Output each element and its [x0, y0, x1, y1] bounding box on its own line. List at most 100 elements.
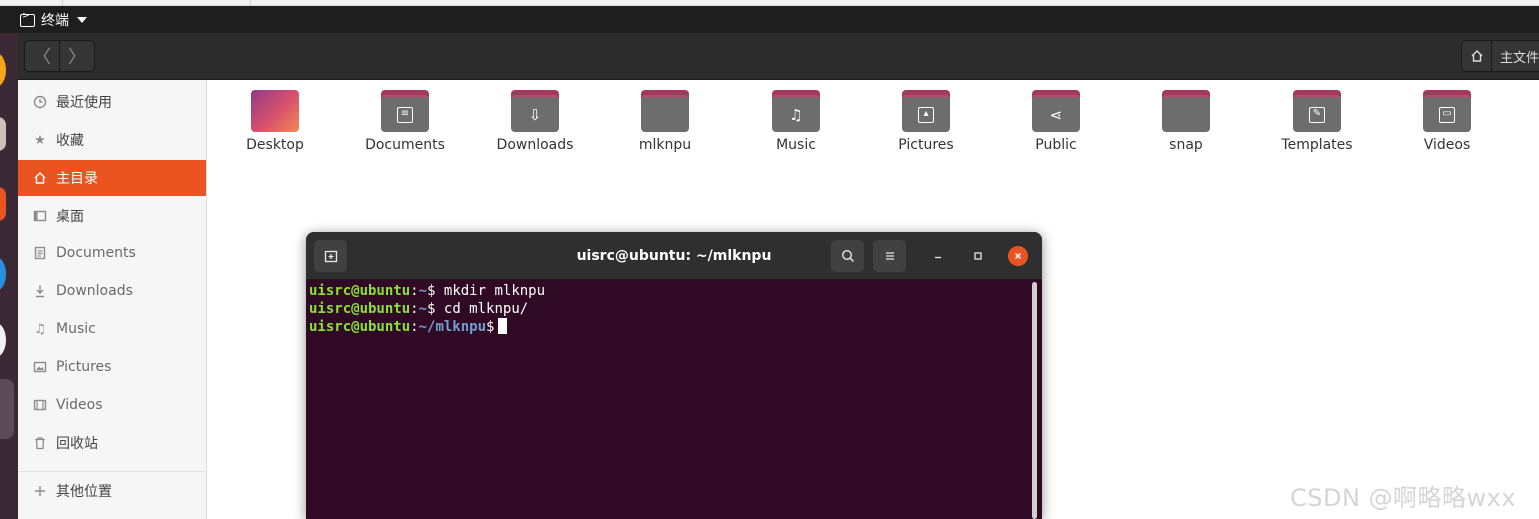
menu-button[interactable] — [873, 240, 906, 272]
folder-icon — [641, 90, 689, 132]
sidebar-item-recent[interactable]: 最近使用 — [18, 84, 206, 120]
file-item-music[interactable]: ♫ Music — [731, 90, 861, 153]
file-item-desktop[interactable]: Desktop — [210, 90, 340, 153]
watermark: CSDN @啊略略wxx — [1290, 484, 1517, 512]
sidebar-item-documents[interactable]: Documents — [18, 235, 206, 271]
home-icon — [32, 170, 48, 186]
sidebar-item-label: 回收站 — [56, 436, 98, 452]
public-folder-icon: ⋖ — [1032, 90, 1080, 132]
prompt-symbol: $ — [427, 283, 444, 299]
chevron-down-icon — [77, 17, 87, 23]
text-cursor — [498, 318, 508, 334]
sidebar-item-pictures[interactable]: Pictures — [18, 349, 206, 385]
file-item-downloads[interactable]: ⇩ Downloads — [470, 90, 600, 153]
file-label: Templates — [1281, 137, 1353, 153]
terminal-scrollbar[interactable] — [1032, 282, 1037, 519]
sidebar-item-label: Documents — [56, 245, 136, 261]
file-label: Videos — [1423, 137, 1471, 153]
picture-icon — [32, 359, 48, 375]
app-menu-terminal[interactable]: 终端 — [20, 10, 87, 30]
sidebar-item-label: 主目录 — [56, 171, 98, 187]
files-header-bar: 〈 〉 主文件 — [18, 33, 1539, 80]
music-icon: ♫ — [34, 321, 46, 337]
close-button[interactable] — [1008, 246, 1028, 266]
prompt-separator: : — [410, 301, 419, 317]
close-icon — [1014, 252, 1022, 260]
trash-icon — [32, 435, 48, 451]
sidebar-item-starred[interactable]: ★ 收藏 — [18, 122, 206, 158]
app-menu-label: 终端 — [41, 13, 69, 29]
file-item-snap[interactable]: snap — [1121, 90, 1251, 153]
file-item-public[interactable]: ⋖ Public — [991, 90, 1121, 153]
sidebar-item-label: Videos — [56, 397, 103, 413]
download-icon — [32, 283, 48, 299]
file-label: Documents — [365, 137, 445, 153]
sidebar-item-downloads[interactable]: Downloads — [18, 273, 206, 309]
sidebar: 最近使用 ★ 收藏 主目录 桌面 Documents Downloads ♫ M… — [18, 80, 207, 519]
file-item-pictures[interactable]: ▴ Pictures — [861, 90, 991, 153]
terminal-window[interactable]: uisrc@ubuntu: ~/mlknpu uisrc@ubuntu:~$ m… — [306, 232, 1042, 519]
minimize-button[interactable] — [928, 246, 948, 266]
dock-firefox-icon[interactable] — [0, 53, 6, 87]
sidebar-item-label: Music — [56, 321, 96, 337]
new-tab-button[interactable] — [314, 240, 347, 272]
search-icon — [841, 249, 854, 263]
pictures-folder-icon: ▴ — [902, 90, 950, 132]
prompt-path: ~/mlknpu — [418, 319, 487, 335]
sidebar-item-home[interactable]: 主目录 — [18, 160, 206, 196]
sidebar-item-trash[interactable]: 回收站 — [18, 425, 206, 461]
sidebar-item-other-locations[interactable]: 其他位置 — [18, 473, 206, 509]
sidebar-item-label: Downloads — [56, 283, 133, 299]
templates-folder-icon: ✎ — [1293, 90, 1341, 132]
star-icon: ★ — [34, 132, 46, 148]
terminal-line: uisrc@ubuntu:~/mlknpu$ — [309, 318, 1029, 336]
file-label: mlknpu — [638, 137, 692, 153]
prompt-path: ~ — [418, 283, 428, 299]
videos-folder-icon: ▭ — [1423, 90, 1471, 132]
path-bar[interactable]: 主文件 — [1461, 40, 1539, 72]
file-label: snap — [1169, 137, 1203, 153]
maximize-button[interactable] — [968, 246, 988, 266]
file-item-videos[interactable]: ▭ Videos — [1382, 90, 1512, 153]
plus-icon — [32, 483, 48, 499]
desktop-icon — [32, 208, 48, 224]
dock-help-icon[interactable] — [0, 257, 6, 291]
nav-buttons: 〈 〉 — [24, 40, 95, 72]
maximize-icon — [974, 252, 982, 260]
sidebar-item-label: 其他位置 — [56, 484, 112, 500]
sidebar-item-videos[interactable]: Videos — [18, 387, 206, 423]
path-crumb-home[interactable]: 主文件 — [1492, 47, 1539, 66]
sidebar-item-label: Pictures — [56, 359, 112, 375]
file-item-templates[interactable]: ✎ Templates — [1252, 90, 1382, 153]
sidebar-divider — [18, 471, 206, 472]
dock — [0, 33, 18, 519]
prompt-symbol: $ — [486, 319, 495, 335]
file-item-documents[interactable]: ≡ Documents — [340, 90, 470, 153]
file-label: Music — [776, 137, 816, 153]
prompt-user: uisrc@ubuntu — [309, 301, 411, 317]
sidebar-item-label: 收藏 — [56, 133, 84, 149]
gnome-top-bar: 终端 — [0, 6, 1539, 33]
file-item-mlknpu[interactable]: mlknpu — [600, 90, 730, 153]
dock-app-icon[interactable] — [0, 323, 6, 357]
sidebar-item-desktop[interactable]: 桌面 — [18, 198, 206, 234]
terminal-line: uisrc@ubuntu:~$ mkdir mlknpu — [309, 282, 1029, 300]
back-button[interactable]: 〈 — [25, 41, 59, 71]
search-button[interactable] — [831, 240, 864, 272]
command-text: cd mlknpu/ — [443, 301, 529, 317]
minimize-icon — [935, 256, 941, 259]
command-text: mkdir mlknpu — [443, 283, 546, 299]
dock-files-icon[interactable] — [0, 117, 6, 151]
hamburger-icon — [885, 252, 894, 260]
dock-terminal-icon[interactable] — [0, 379, 14, 439]
file-label: Public — [1035, 137, 1077, 153]
documents-folder-icon: ≡ — [381, 90, 429, 132]
dock-software-icon[interactable] — [0, 187, 6, 221]
music-folder-icon: ♫ — [772, 90, 820, 132]
terminal-line: uisrc@ubuntu:~$ cd mlknpu/ — [309, 300, 1029, 318]
sidebar-item-label: 桌面 — [56, 209, 84, 225]
file-label: Pictures — [898, 137, 954, 153]
forward-button[interactable]: 〉 — [59, 41, 94, 71]
terminal-output[interactable]: uisrc@ubuntu:~$ mkdir mlknpu uisrc@ubunt… — [309, 282, 1029, 519]
sidebar-item-music[interactable]: ♫ Music — [18, 311, 206, 347]
